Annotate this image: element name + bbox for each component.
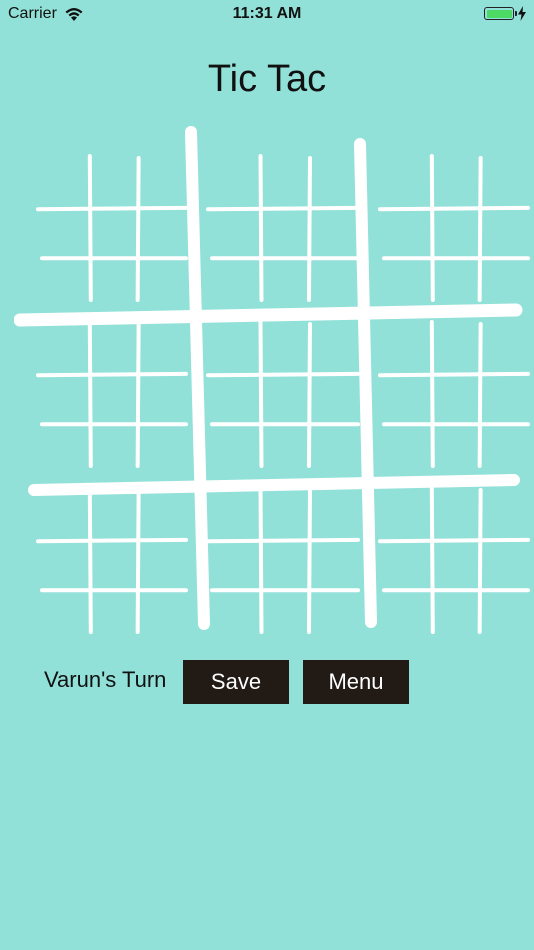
board-cell[interactable]: [208, 488, 258, 536]
board-cell[interactable]: [308, 418, 358, 466]
board-cell[interactable]: [308, 252, 358, 300]
board-cell[interactable]: [38, 370, 87, 418]
board-cell[interactable]: [308, 322, 358, 370]
outer-grid-line: [185, 126, 210, 630]
board-cell[interactable]: [479, 252, 528, 300]
board-cell[interactable]: [208, 418, 258, 466]
board-cell[interactable]: [380, 418, 429, 466]
board-cell[interactable]: [308, 156, 358, 204]
board-cell[interactable]: [87, 204, 136, 252]
board-cell[interactable]: [258, 536, 308, 584]
board-cell[interactable]: [380, 370, 429, 418]
board-cell[interactable]: [137, 370, 186, 418]
board-cell[interactable]: [38, 204, 87, 252]
status-bar: Carrier 11:31 AM: [0, 0, 534, 30]
board-cell[interactable]: [137, 156, 186, 204]
board-cell[interactable]: [208, 252, 258, 300]
page-title: Tic Tac: [207, 58, 327, 100]
board-cell[interactable]: [87, 418, 136, 466]
board-cell[interactable]: [429, 322, 478, 370]
outer-grid-line: [354, 138, 377, 628]
board-cell[interactable]: [380, 322, 429, 370]
save-button[interactable]: Save: [183, 660, 289, 704]
board-cell[interactable]: [137, 322, 186, 370]
menu-button[interactable]: Menu: [303, 660, 409, 704]
charging-bolt-icon: [518, 6, 526, 21]
board-cell[interactable]: [38, 418, 87, 466]
board-cell[interactable]: [38, 156, 87, 204]
board-cell[interactable]: [429, 584, 478, 632]
board-cell[interactable]: [380, 252, 429, 300]
board-cell[interactable]: [38, 252, 87, 300]
board-cell[interactable]: [208, 536, 258, 584]
board-cell[interactable]: [429, 252, 478, 300]
board-cell[interactable]: [258, 252, 308, 300]
outer-grid-line: [14, 303, 523, 327]
board-cell[interactable]: [258, 322, 308, 370]
board-cell[interactable]: [137, 584, 186, 632]
board-cell[interactable]: [87, 488, 136, 536]
board-cell[interactable]: [87, 536, 136, 584]
board-cell[interactable]: [429, 156, 478, 204]
board-cell[interactable]: [479, 156, 528, 204]
board-cell[interactable]: [137, 252, 186, 300]
board-cell[interactable]: [429, 204, 478, 252]
board-cell[interactable]: [208, 370, 258, 418]
board-cell[interactable]: [87, 584, 136, 632]
board-cell[interactable]: [429, 370, 478, 418]
board-cell[interactable]: [479, 536, 528, 584]
board-cell[interactable]: [308, 370, 358, 418]
board-cell[interactable]: [137, 204, 186, 252]
board-cell[interactable]: [380, 536, 429, 584]
board-cell[interactable]: [87, 370, 136, 418]
battery-icon: [484, 7, 517, 20]
board-cell[interactable]: [308, 536, 358, 584]
board-cell[interactable]: [380, 584, 429, 632]
cell-targets[interactable]: [38, 156, 528, 632]
board-cell[interactable]: [429, 488, 478, 536]
clock: 11:31 AM: [232, 5, 302, 22]
board-cell[interactable]: [308, 204, 358, 252]
board-cell[interactable]: [308, 584, 358, 632]
board-cell[interactable]: [87, 252, 136, 300]
board-cell[interactable]: [380, 204, 429, 252]
board-cell[interactable]: [87, 156, 136, 204]
board-cell[interactable]: [380, 156, 429, 204]
board-cell[interactable]: [479, 322, 528, 370]
board-cell[interactable]: [429, 418, 478, 466]
board-cell[interactable]: [479, 370, 528, 418]
board-cell[interactable]: [479, 584, 528, 632]
board-cell[interactable]: [479, 488, 528, 536]
board-cell[interactable]: [258, 204, 308, 252]
board-cell[interactable]: [38, 584, 87, 632]
board-cell[interactable]: [208, 156, 258, 204]
board-cell[interactable]: [38, 536, 87, 584]
board-cell[interactable]: [380, 488, 429, 536]
board-cell[interactable]: [137, 536, 186, 584]
board-cell[interactable]: [258, 584, 308, 632]
board-cell[interactable]: [38, 488, 87, 536]
board-cell[interactable]: [308, 488, 358, 536]
board-cell[interactable]: [87, 322, 136, 370]
board-cell[interactable]: [137, 418, 186, 466]
board-cell[interactable]: [479, 204, 528, 252]
ultimate-tic-tac-board[interactable]: [14, 124, 534, 636]
battery-level: [486, 9, 512, 18]
board-cell[interactable]: [258, 418, 308, 466]
board-cell[interactable]: [258, 488, 308, 536]
board-cell[interactable]: [38, 322, 87, 370]
board-cell[interactable]: [208, 584, 258, 632]
board-cell[interactable]: [258, 370, 308, 418]
board-cell[interactable]: [479, 418, 528, 466]
board-cell[interactable]: [137, 488, 186, 536]
board-cell[interactable]: [258, 156, 308, 204]
board-cell[interactable]: [208, 322, 258, 370]
board-cell[interactable]: [208, 204, 258, 252]
turn-indicator: Varun's Turn: [44, 667, 167, 692]
board-cell[interactable]: [429, 536, 478, 584]
